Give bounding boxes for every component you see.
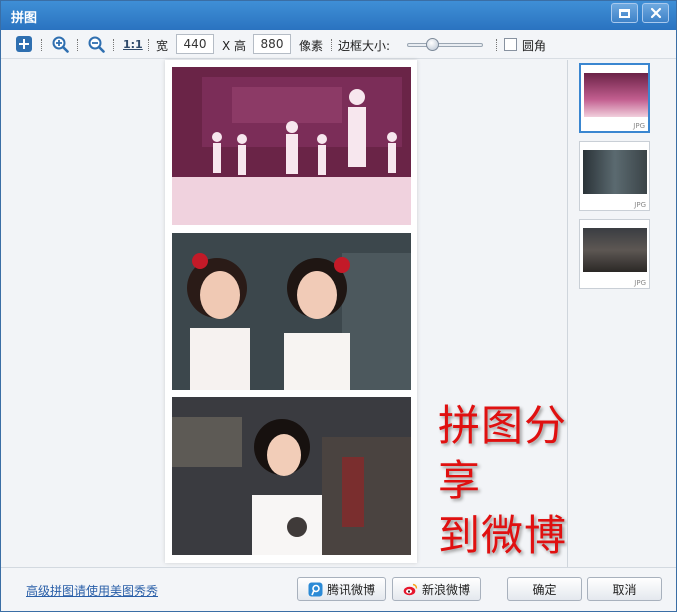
collage-photo-portrait[interactable] — [172, 233, 411, 390]
zoom-out-button[interactable] — [87, 35, 105, 53]
toolbar-divider — [41, 39, 42, 51]
crowd-photo-image — [172, 397, 411, 555]
toolbar-divider — [331, 39, 332, 51]
toolbar-divider — [77, 39, 78, 51]
file-type-tag: JPG — [634, 201, 646, 209]
collage-preview — [165, 60, 417, 563]
thumbnail-item[interactable]: JPG — [579, 219, 650, 289]
thumbnail-image — [583, 150, 647, 194]
sina-weibo-label: 新浪微博 — [421, 582, 470, 597]
file-type-tag: JPG — [634, 279, 646, 287]
rounded-corner-checkbox[interactable] — [504, 38, 517, 51]
zoom-in-icon — [52, 36, 69, 53]
thumbnail-item[interactable]: JPG — [579, 63, 650, 133]
thumbnail-image — [583, 228, 647, 272]
zoom-out-icon — [88, 36, 105, 53]
thumbnail-item[interactable]: JPG — [579, 141, 650, 211]
height-input[interactable] — [253, 34, 291, 54]
collage-photo-crowd[interactable] — [172, 397, 411, 555]
share-tencent-weibo-button[interactable]: 腾讯微博 — [297, 577, 386, 601]
collage-photo-stage[interactable] — [172, 67, 411, 225]
actual-size-button[interactable]: 1:1 — [123, 35, 143, 53]
close-button[interactable] — [642, 3, 669, 23]
zoom-in-button[interactable] — [51, 35, 69, 53]
cancel-button[interactable]: 取消 — [587, 577, 662, 601]
thumbnail-sidebar: JPG JPG JPG — [567, 60, 676, 567]
border-size-label: 边框大小: — [338, 39, 391, 53]
maximize-icon — [619, 8, 630, 18]
collage-window: 拼图 1:1 宽 440 X 高 880 像素 边框大小: 圆角 拼图分享 到微… — [0, 0, 677, 612]
toolbar-divider — [113, 39, 114, 51]
close-icon — [650, 7, 661, 19]
sina-weibo-icon — [403, 583, 418, 595]
tencent-weibo-icon — [308, 582, 323, 596]
toolbar-divider — [496, 39, 497, 51]
thumbnail-image — [584, 73, 648, 117]
border-size-slider[interactable] — [407, 38, 483, 51]
bottom-bar: 高级拼图请使用美图秀秀 腾讯微博 新浪微博 确定 取消 — [1, 567, 676, 611]
width-label: 宽 — [156, 39, 169, 53]
tencent-weibo-label: 腾讯微博 — [326, 582, 375, 597]
share-overlay-text: 拼图分享 到微博 — [438, 398, 567, 563]
toolbar: 1:1 宽 X 高 像素 边框大小: 圆角 — [1, 30, 676, 59]
slider-thumb[interactable] — [426, 38, 439, 51]
unit-label: 像素 — [299, 39, 324, 53]
maximize-button[interactable] — [611, 3, 638, 23]
stage-photo-image — [172, 67, 411, 225]
window-title: 拼图 — [11, 11, 38, 26]
height-label: X 高 — [222, 39, 247, 53]
toolbar-divider — [148, 39, 149, 51]
share-sina-weibo-button[interactable]: 新浪微博 — [392, 577, 481, 601]
portrait-photo-image — [172, 233, 411, 390]
width-input[interactable] — [176, 34, 214, 54]
rounded-corner-label: 圆角 — [522, 39, 547, 53]
file-type-tag: JPG — [633, 122, 645, 130]
share-overlay-line1: 拼图分享 — [438, 401, 568, 505]
ok-button[interactable]: 确定 — [507, 577, 582, 601]
advanced-collage-link[interactable]: 高级拼图请使用美图秀秀 — [26, 582, 158, 599]
add-image-button[interactable] — [15, 35, 33, 53]
title-bar: 拼图 — [1, 1, 676, 30]
add-icon — [16, 36, 32, 52]
share-overlay-line2: 到微博 — [438, 511, 568, 560]
collage-canvas: 拼图分享 到微博 — [5, 60, 567, 567]
